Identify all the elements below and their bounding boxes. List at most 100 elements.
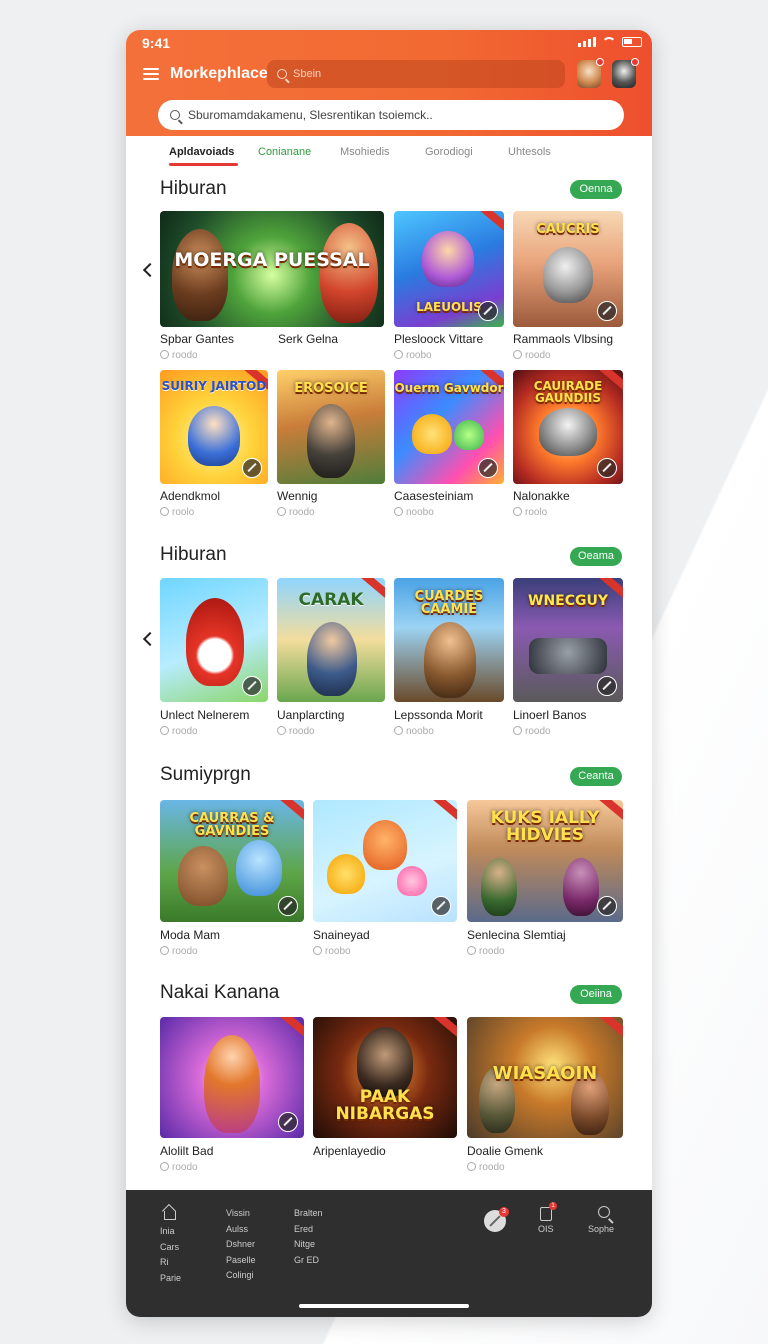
game-name: Caasesteiniam [394,489,474,503]
bottom-nav-link[interactable]: Parie [160,1271,181,1287]
game-name: Plesloock Vittare [394,332,484,346]
notification-badge: 1 [549,1202,557,1210]
avatar[interactable] [612,58,639,88]
search-icon[interactable] [598,1206,610,1218]
game-card[interactable]: CAUCRIS Rammaols Vlbsing roodo [513,211,623,361]
robot-game-art-icon: CAUCRIS [513,211,623,327]
game-art-title: Ouerm Gavwdor [394,381,504,395]
section-see-all-button[interactable]: Oenna [570,180,622,199]
game-card[interactable]: SUIRIY JAIRTOD Adendkmol roolo [160,370,270,518]
fantasy-game-art-icon: LAEUOLIS [394,211,504,327]
search-input[interactable] [188,108,608,122]
game-badge-icon [597,896,617,916]
tab-msohiedis[interactable]: Msohiedis [340,146,390,158]
clock-icon [160,1162,169,1171]
game-art-title: CUARDES CAAMIE [414,589,484,617]
game-card[interactable]: LAEUOLIS Plesloock Vittare roobo [394,211,504,361]
game-card[interactable]: MOERGA PUESSAL Spbar Gantes roodo Serk G… [160,211,384,361]
ribbon [432,1017,457,1040]
tab-conianane[interactable]: Conianane [258,146,311,158]
game-card[interactable]: PAAK NIBARGAS Aripenlayedio [313,1017,457,1177]
section-see-all-button[interactable]: Ceanta [570,767,622,786]
bottom-nav-link[interactable]: Ri [160,1255,181,1271]
game-subtitle: roodo [467,946,505,957]
bottom-nav-link[interactable]: Dshner [226,1237,256,1253]
game-subtitle: noobo [394,507,434,518]
tab-gorodiogi[interactable]: Gorodiogi [425,146,473,158]
battery-icon [622,36,642,47]
bag-icon[interactable]: 1 [540,1202,557,1221]
game-card[interactable]: CAUIRADE GAUNDIIS Nalonakke roolo [513,370,623,518]
game-name: Serk Gelna [278,332,339,346]
status-icons [578,36,642,47]
game-card[interactable]: Ouerm Gavwdor Caasesteiniam noobo [394,370,504,518]
bottom-nav-link[interactable]: Gr ED [294,1253,323,1269]
games-icon[interactable]: 3 [484,1207,509,1232]
bottom-nav-link[interactable]: Bralten [294,1206,323,1222]
game-card[interactable]: CAURRAS & GAVNDIES Moda Mam roodo [160,800,304,960]
game-badge-icon [478,458,498,478]
game-card[interactable]: EROSOICE Wennig roodo [277,370,387,518]
clock-icon [394,726,403,735]
home-indicator[interactable] [299,1304,469,1308]
clock-icon [313,946,322,955]
game-card[interactable]: CARAK Uanplarcting roodo [277,578,387,740]
army-game-art-icon: KUKS IALLY HIDVIES [467,800,623,922]
ribbon [432,800,457,823]
tab-apldavoiads[interactable]: Apldavoiads [169,146,239,166]
bag-label: OIS [538,1224,554,1234]
bottom-nav-link[interactable]: Colingi [226,1268,256,1284]
game-art-title: CARAK [298,590,364,610]
bottom-nav-link[interactable]: Inia [160,1224,181,1240]
game-card[interactable]: Snaineyad roobo [313,800,457,960]
bottom-nav-link[interactable]: Ered [294,1222,323,1238]
bottom-nav-column: Vissin Aulss Dshner Paselle Colingi [226,1206,256,1284]
game-card[interactable]: Alolilt Bad roodo [160,1017,304,1177]
home-icon[interactable] [162,1206,176,1220]
avatar[interactable] [577,58,604,88]
notification-badge: 3 [499,1207,509,1217]
hamburger-menu-icon[interactable] [143,68,159,80]
tab-uhtesols[interactable]: Uhtesols [508,146,551,158]
game-art-title: KUKS IALLY HIDVIES [490,808,600,845]
game-art-title: WNECGUY [528,593,608,609]
game-name: Rammaols Vlbsing [513,332,614,346]
top-search-bar[interactable] [267,60,565,88]
game-badge-icon [431,896,451,916]
game-subtitle: noobo [394,726,434,737]
game-card[interactable]: WIASAOIN Doalie Gmenk roodo [467,1017,623,1177]
game-card[interactable]: WNECGUY Linoerl Banos roodo [513,578,623,740]
game-badge-icon [278,896,298,916]
game-card[interactable]: KUKS IALLY HIDVIES Senlecina Slemtiaj ro… [467,800,623,960]
war-game-art-icon: WIASAOIN [467,1017,623,1138]
game-subtitle: roolo [513,507,547,518]
chevron-left-icon[interactable] [142,630,154,648]
main-search-bar[interactable] [158,100,624,130]
puzzle-game-art-icon: Ouerm Gavwdor [394,370,504,484]
clock-icon [394,507,403,516]
top-search-input[interactable] [293,68,533,80]
game-art-title: MOERGA PUESSAL [174,249,370,271]
heroine-game-art-icon [160,1017,304,1138]
game-subtitle: roodo [160,350,198,361]
bottom-navigation: Inia Cars Ri Parie Vissin Aulss Dshner P… [126,1190,652,1317]
section-see-all-button[interactable]: Oeama [570,547,622,566]
bottom-nav-link[interactable]: Nitge [294,1237,323,1253]
clock-icon [160,946,169,955]
clock-icon [394,350,403,359]
game-name: Unlect Nelnerem [160,708,250,722]
game-subtitle: roodo [160,726,198,737]
game-badge-icon [278,1112,298,1132]
section-see-all-button[interactable]: Oeiina [570,985,622,1004]
bottom-nav-link[interactable]: Paselle [226,1253,256,1269]
bottom-nav-link[interactable]: Vissin [226,1206,256,1222]
game-card[interactable]: CUARDES CAAMIE Lepssonda Morit noobo [394,578,504,740]
game-name: Adendkmol [160,489,221,503]
bottom-nav-link[interactable]: Aulss [226,1222,256,1238]
bottom-nav-link[interactable]: Cars [160,1240,181,1256]
game-card[interactable]: Unlect Nelnerem roodo [160,578,270,740]
chevron-left-icon[interactable] [142,261,154,279]
game-badge-icon [478,301,498,321]
clock-icon [513,726,522,735]
game-name: Doalie Gmenk [467,1144,544,1158]
